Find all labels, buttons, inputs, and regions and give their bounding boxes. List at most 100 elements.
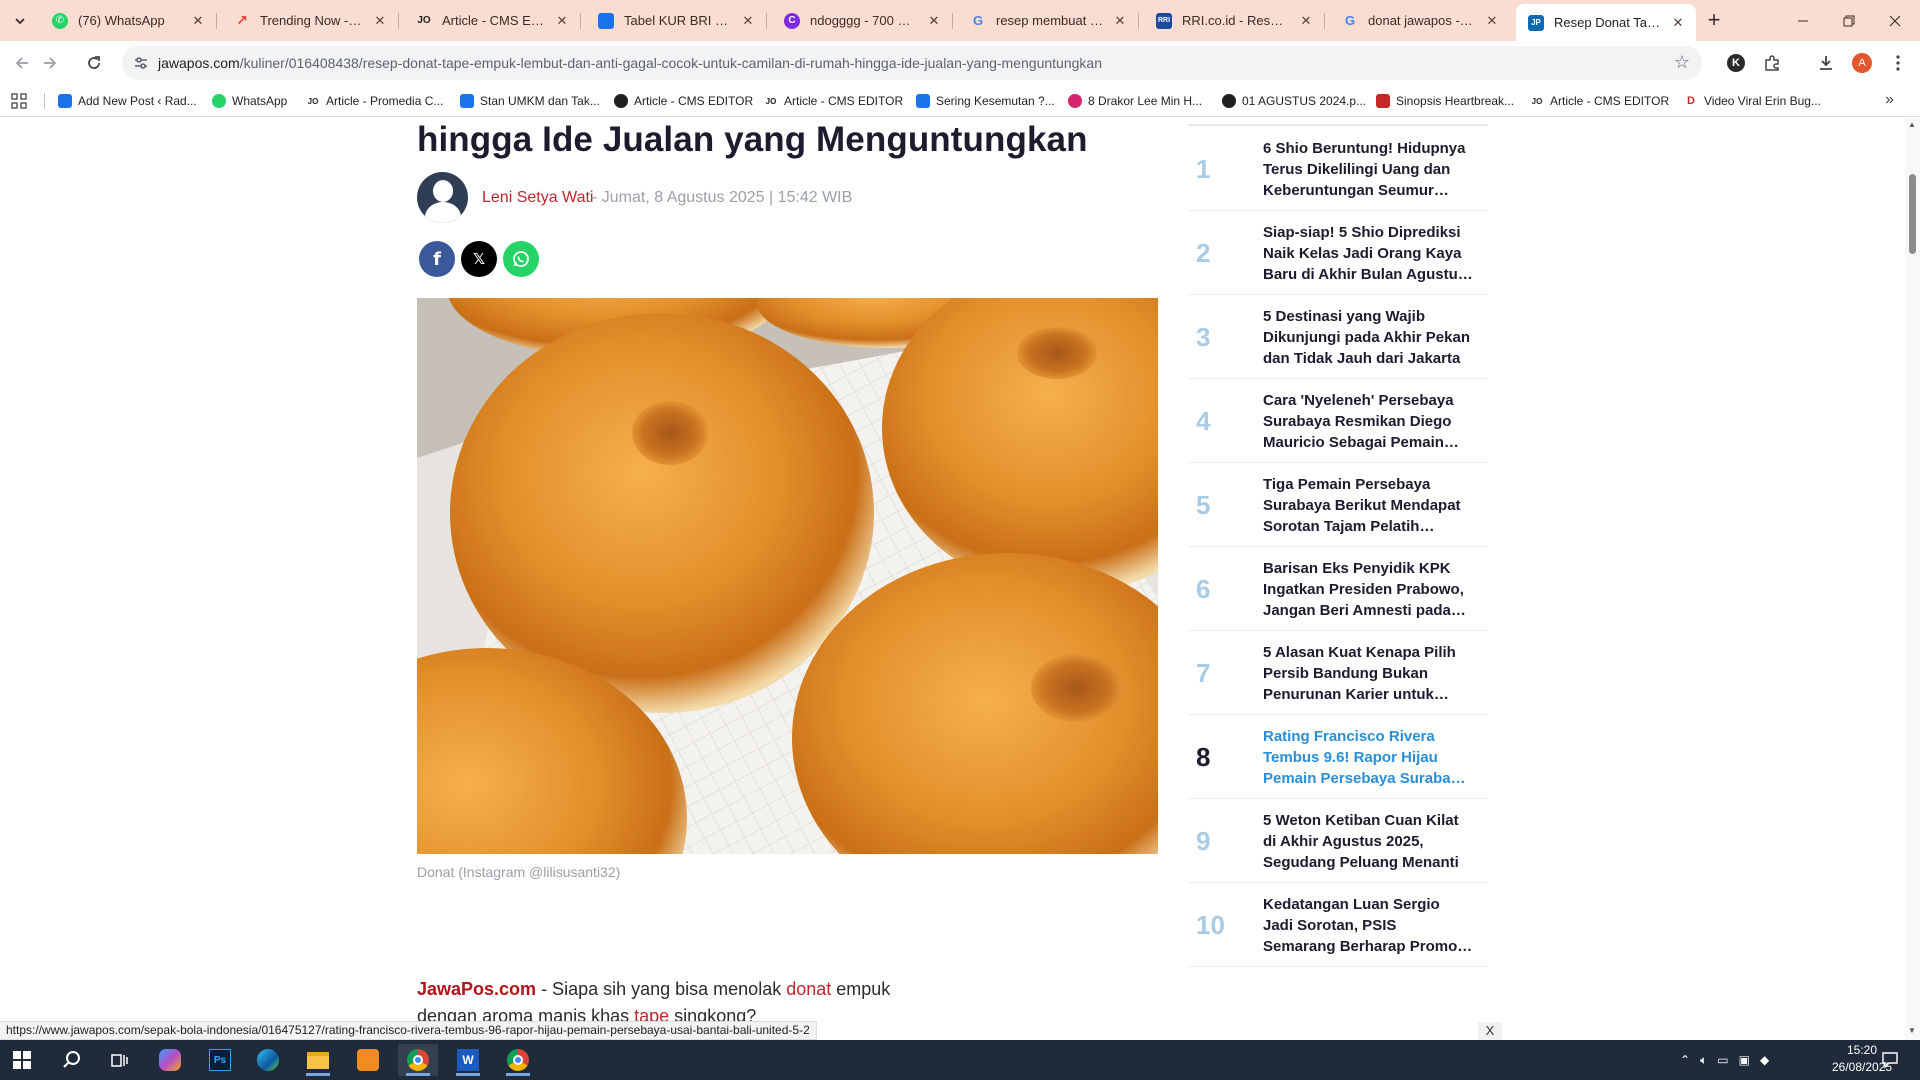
tray-chevron-icon[interactable]: ⌃ <box>1680 1053 1690 1067</box>
popular-article-item[interactable]: 9 5 Weton Ketiban Cuan Kilat di Akhir Agu… <box>1188 799 1488 883</box>
close-tab-icon[interactable]: ✕ <box>1298 13 1314 29</box>
taskbar-photoshop[interactable]: Ps <box>200 1044 240 1076</box>
close-tab-icon[interactable]: ✕ <box>1670 15 1686 31</box>
popular-article-item[interactable]: 4 Cara 'Nyeleneh' Persebaya Surabaya Resm… <box>1188 379 1488 463</box>
close-window-button[interactable] <box>1872 0 1918 41</box>
popular-article-title[interactable]: 6 Shio Beruntung! Hidupnya Terus Dikelil… <box>1263 138 1473 201</box>
bookmark-item[interactable]: Article - CMS EDITOR <box>614 92 753 110</box>
close-tab-icon[interactable]: ✕ <box>372 13 388 29</box>
popular-article-item[interactable]: 10 Kedatangan Luan Sergio Jadi Sorotan, P… <box>1188 883 1488 967</box>
more-bookmarks-icon[interactable]: » <box>1885 91 1894 109</box>
notification-center-icon[interactable] <box>1880 1050 1900 1070</box>
bookmark-item[interactable]: 8 Drakor Lee Min H... <box>1068 92 1202 110</box>
extension-k[interactable]: K <box>1722 49 1750 77</box>
taskbar-file-explorer[interactable] <box>298 1044 338 1076</box>
taskbar-search-button[interactable] <box>52 1044 92 1076</box>
notification-app-icon[interactable]: ▣ <box>1739 1053 1750 1067</box>
bookmark-item[interactable]: JO Article - CMS EDITOR <box>1530 92 1669 110</box>
new-tab-button[interactable]: + <box>1702 9 1726 33</box>
taskbar-edge[interactable] <box>248 1044 288 1076</box>
address-bar[interactable]: jawapos.com/kuliner/016408438/resep-dona… <box>122 46 1702 80</box>
bookmark-item[interactable]: Sinopsis Heartbreak... <box>1376 92 1514 110</box>
tab-jawapos-active[interactable]: JP Resep Donat Tape Empuk ✕ <box>1516 4 1696 41</box>
popular-article-item[interactable]: 5 Tiga Pemain Persebaya Surabaya Berikut … <box>1188 463 1488 547</box>
bookmark-item[interactable]: JO Article - Promedia C... <box>306 92 444 110</box>
taskbar-copilot[interactable] <box>150 1044 190 1076</box>
tab-rri[interactable]: RRI RRI.co.id - Resep Donat ✕ <box>1144 6 1325 35</box>
bookmark-item[interactable]: 01 AGUSTUS 2024.p... <box>1222 92 1366 110</box>
bookmark-item[interactable]: Sering Kesemutan ?... <box>916 92 1055 110</box>
profile-button[interactable]: A <box>1848 49 1876 77</box>
security-icon[interactable]: ◆ <box>1760 1053 1769 1067</box>
tab-google-search-2[interactable]: G donat jawapos - Google Search ✕ <box>1330 6 1510 35</box>
tab-whatsapp[interactable]: ✆ (76) WhatsApp ✕ <box>40 6 217 35</box>
task-view-button[interactable] <box>100 1044 140 1076</box>
bookmark-item[interactable]: WhatsApp <box>212 92 287 110</box>
author-avatar[interactable] <box>417 172 468 223</box>
author-name-link[interactable]: Leni Setya Wati <box>482 189 593 207</box>
share-whatsapp-button[interactable] <box>503 241 539 277</box>
share-x-button[interactable]: 𝕏 <box>461 241 497 277</box>
bookmark-favicon-icon <box>1376 94 1390 108</box>
restore-button[interactable] <box>1826 0 1872 41</box>
popular-article-item[interactable]: 1 6 Shio Beruntung! Hidupnya Terus Dikeli… <box>1188 127 1488 211</box>
popular-article-title[interactable]: Cara 'Nyeleneh' Persebaya Surabaya Resmi… <box>1263 390 1473 453</box>
close-tab-icon[interactable]: ✕ <box>1484 13 1500 29</box>
forward-button[interactable] <box>36 49 64 77</box>
reload-button[interactable] <box>80 49 108 77</box>
popular-article-title[interactable]: 5 Alasan Kuat Kenapa Pilih Persib Bandun… <box>1263 642 1473 705</box>
popular-article-title[interactable]: Kedatangan Luan Sergio Jadi Sorotan, PSI… <box>1263 894 1473 957</box>
close-tab-icon[interactable]: ✕ <box>740 13 756 29</box>
bookmark-item[interactable]: Stan UMKM dan Tak... <box>460 92 600 110</box>
popular-article-title[interactable]: 5 Destinasi yang Wajib Dikunjungi pada A… <box>1263 306 1473 369</box>
bookmark-star-icon[interactable]: ☆ <box>1674 52 1690 73</box>
bookmark-item[interactable]: D Video Viral Erin Bug... <box>1684 92 1821 110</box>
scrollbar-thumb[interactable] <box>1909 174 1916 254</box>
site-info-icon[interactable] <box>132 54 150 72</box>
scroll-down-icon[interactable]: ▼ <box>1908 1026 1916 1035</box>
tab-google-search-1[interactable]: G resep membuat donat tape ✕ <box>958 6 1139 35</box>
tab-cms-editor[interactable]: JO Article - CMS EDITOR ✕ <box>404 6 581 35</box>
taskbar-chrome-active[interactable] <box>398 1044 438 1076</box>
close-tab-icon[interactable]: ✕ <box>554 13 570 29</box>
close-tab-icon[interactable]: ✕ <box>190 13 206 29</box>
tab-canva[interactable]: C ndogggg - 700 × 500px ✕ <box>772 6 953 35</box>
tab-search-button[interactable] <box>8 9 32 33</box>
tab-kur-bri[interactable]: Tabel KUR BRI 2025 Plafon ✕ <box>586 6 767 35</box>
tab-trends[interactable]: ↗ Trending Now - Google Trends ✕ <box>222 6 399 35</box>
close-sticky-ad-button[interactable]: X <box>1478 1022 1502 1040</box>
keyword-link-donat[interactable]: donat <box>786 979 831 999</box>
start-button[interactable] <box>2 1044 42 1076</box>
bookmark-item[interactable]: JO Article - CMS EDITOR <box>764 92 903 110</box>
extensions-button[interactable] <box>1758 49 1786 77</box>
share-facebook-button[interactable]: f <box>419 241 455 277</box>
taskbar-chrome-profile[interactable] <box>498 1044 538 1076</box>
back-button[interactable] <box>8 49 36 77</box>
close-tab-icon[interactable]: ✕ <box>1112 13 1128 29</box>
volume-icon[interactable]: 🔈︎ <box>1700 1053 1707 1068</box>
lead-brand[interactable]: JawaPos.com <box>417 979 536 999</box>
popular-article-title[interactable]: Siap-siap! 5 Shio Diprediksi Naik Kelas … <box>1263 222 1473 285</box>
popular-article-title[interactable]: Tiga Pemain Persebaya Surabaya Berikut M… <box>1263 474 1473 537</box>
popular-article-title[interactable]: 5 Weton Ketiban Cuan Kilat di Akhir Agus… <box>1263 810 1473 873</box>
popular-article-item[interactable]: 3 5 Destinasi yang Wajib Dikunjungi pada … <box>1188 295 1488 379</box>
taskbar-word[interactable]: W <box>448 1044 488 1076</box>
scroll-up-icon[interactable]: ▲ <box>1908 120 1916 129</box>
minimize-button[interactable] <box>1780 0 1826 41</box>
apps-grid-icon[interactable] <box>11 93 27 109</box>
popular-article-item[interactable]: 2 Siap-siap! 5 Shio Diprediksi Naik Kelas… <box>1188 211 1488 295</box>
close-tab-icon[interactable]: ✕ <box>926 13 942 29</box>
article-hero-image[interactable] <box>417 298 1158 854</box>
downloads-button[interactable] <box>1812 49 1840 77</box>
page-scrollbar[interactable]: ▲ ▼ <box>1905 118 1920 1040</box>
popular-article-item[interactable]: 6 Barisan Eks Penyidik KPK Ingatkan Presi… <box>1188 547 1488 631</box>
popular-article-title[interactable]: Rating Francisco Rivera Tembus 9.6! Rapo… <box>1263 726 1473 789</box>
popular-article-item[interactable]: 8 Rating Francisco Rivera Tembus 9.6! Rap… <box>1188 715 1488 799</box>
popular-article-item[interactable]: 7 5 Alasan Kuat Kenapa Pilih Persib Bandu… <box>1188 631 1488 715</box>
menu-button[interactable] <box>1884 49 1912 77</box>
bookmark-item[interactable]: Add New Post ‹ Rad... <box>58 92 197 110</box>
network-icon[interactable]: ▭ <box>1717 1053 1728 1067</box>
popular-article-title[interactable]: Barisan Eks Penyidik KPK Ingatkan Presid… <box>1263 558 1473 621</box>
taskbar-paint-app[interactable] <box>348 1044 388 1076</box>
sidebar-header-divider <box>1188 118 1488 126</box>
